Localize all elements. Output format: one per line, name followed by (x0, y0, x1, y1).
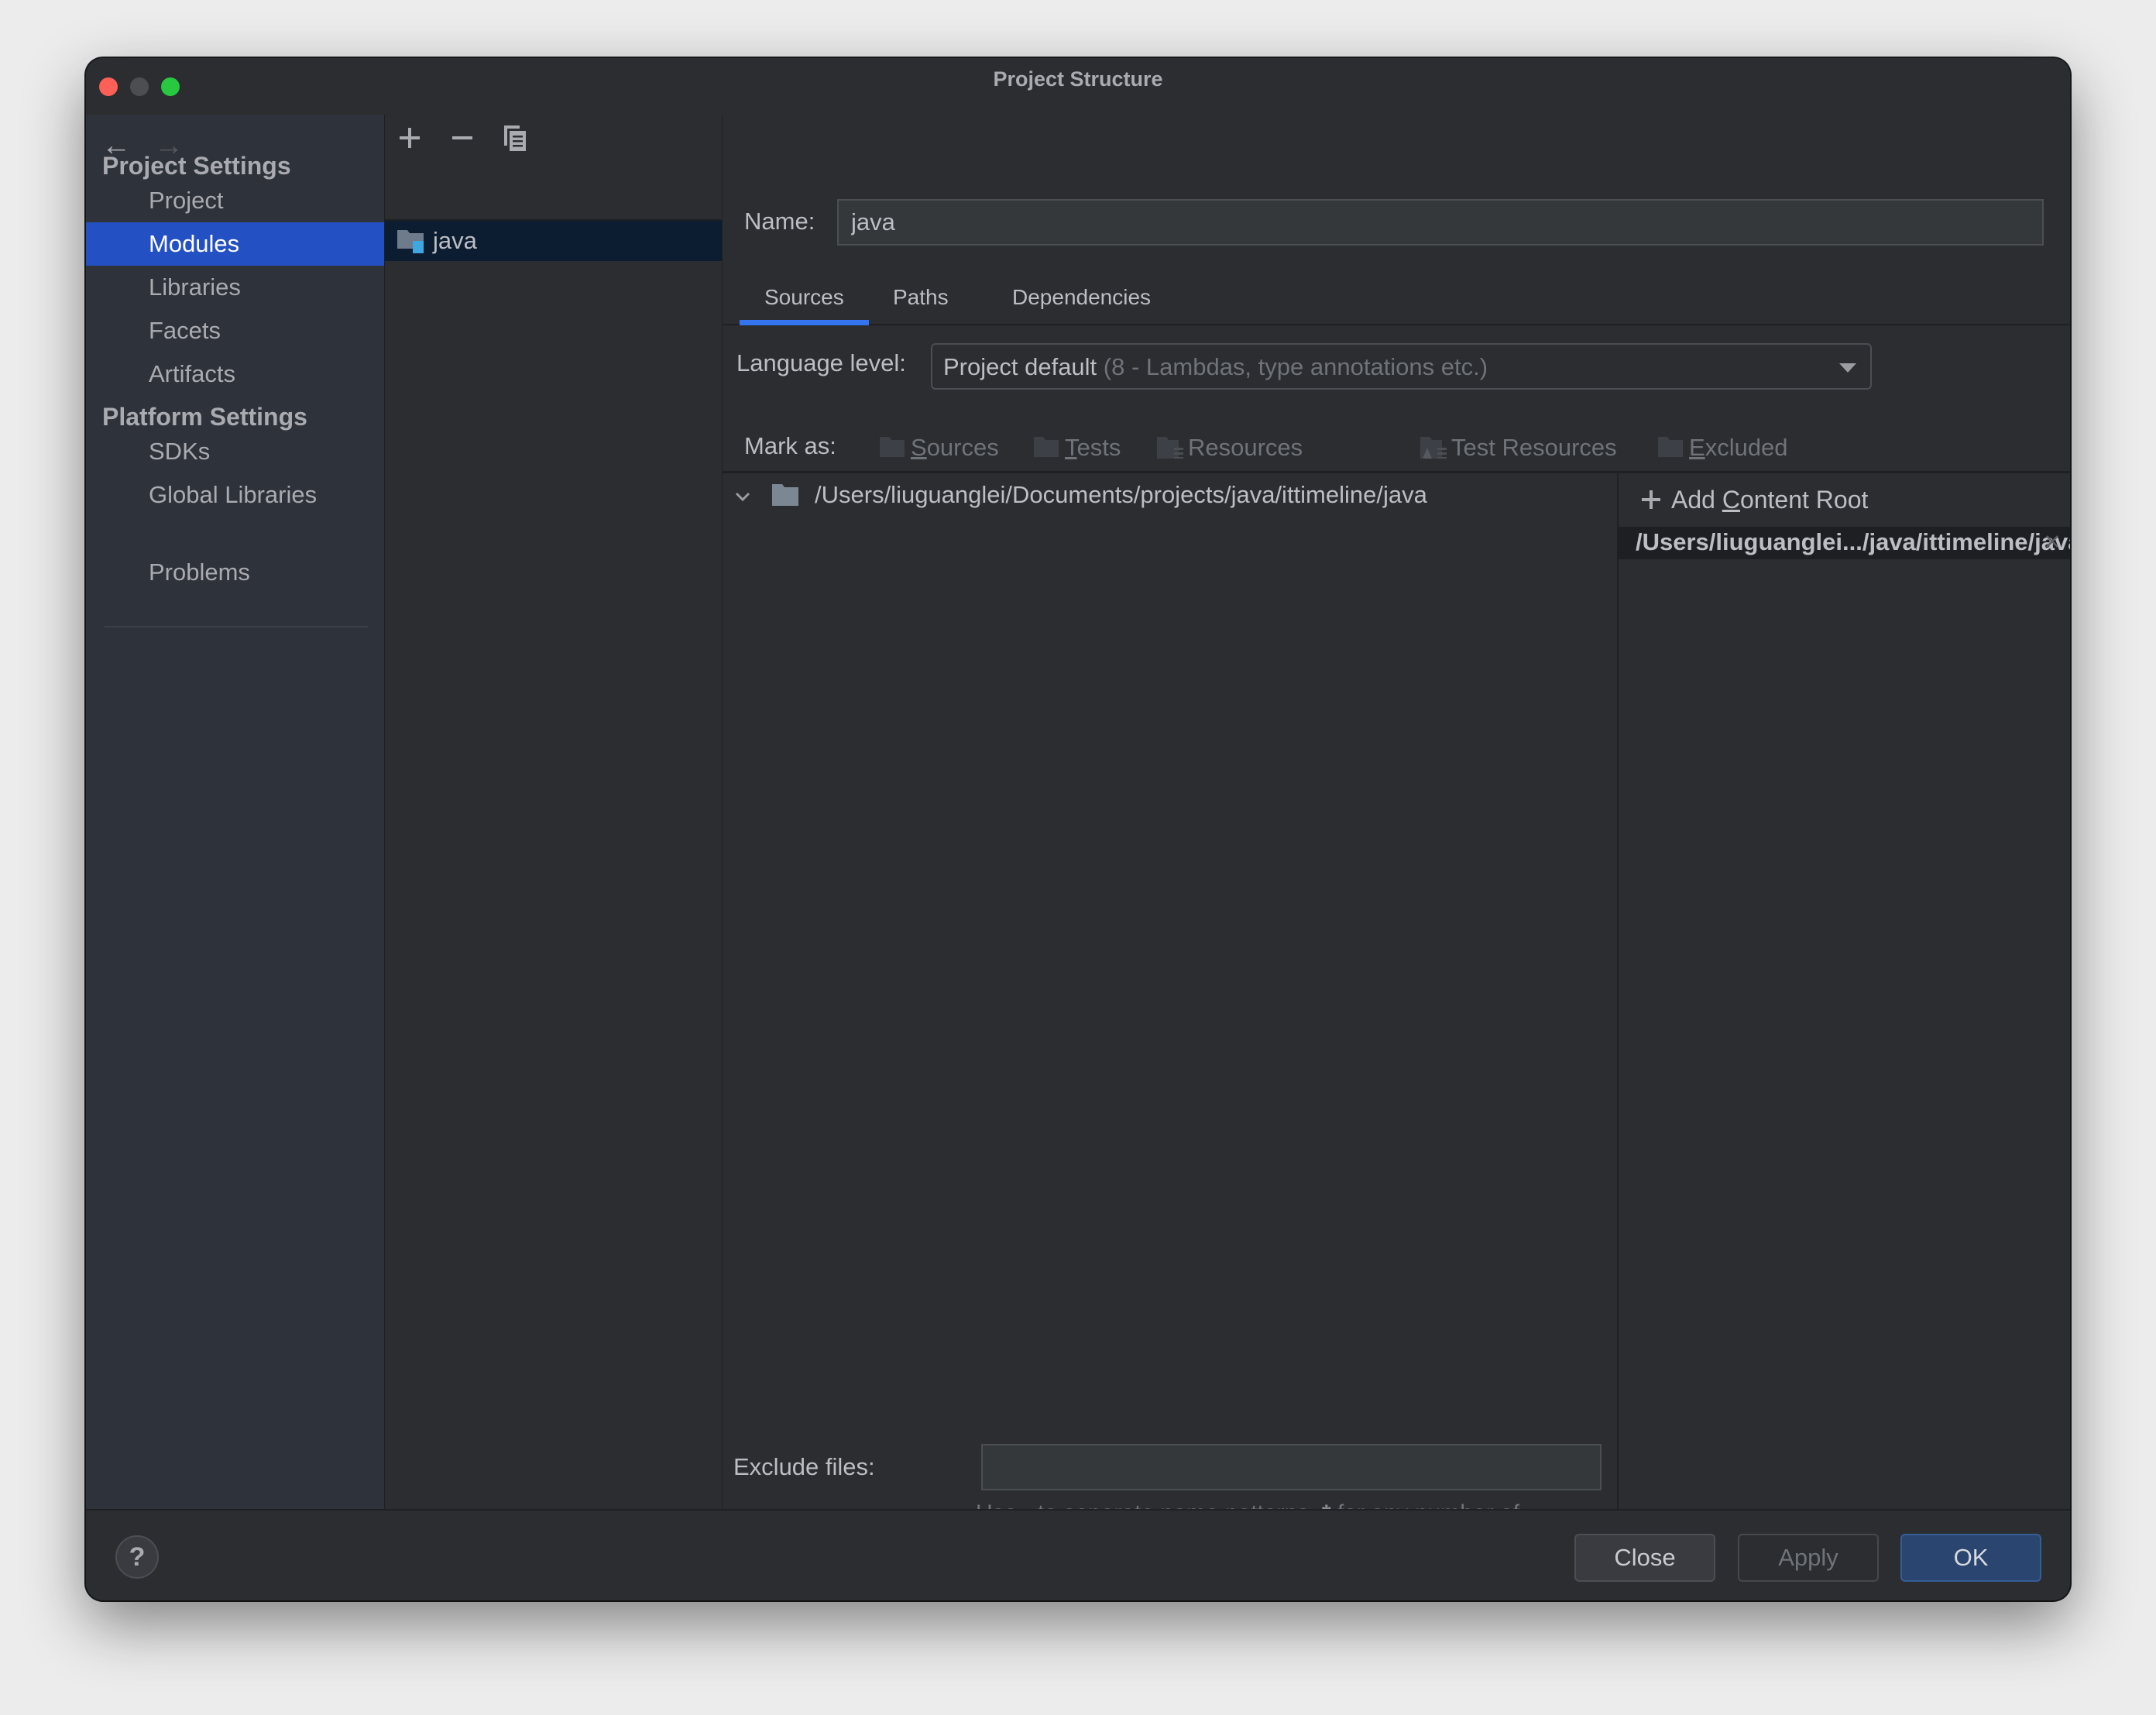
plus-icon (400, 128, 420, 148)
folder-icon (772, 484, 798, 506)
language-level-value: Project default (8 - Lambdas, type annot… (943, 353, 1488, 381)
modules-list-pane: java (384, 115, 723, 1509)
sidebar-item-project[interactable]: Project (86, 179, 384, 222)
add-content-root-button[interactable]: Add Content Root (1640, 486, 1868, 514)
mark-as-excluded-label: xcluded (1705, 434, 1788, 461)
module-folder-icon (397, 230, 424, 253)
plus-icon (1642, 490, 1660, 509)
tests-folder-icon (1034, 437, 1059, 457)
modules-toolbar (385, 115, 722, 163)
exclude-files-label: Exclude files: (733, 1453, 875, 1480)
source-tree: /Users/liuguanglei/Documents/projects/ja… (723, 473, 1617, 1509)
tree-root-row[interactable]: /Users/liuguanglei/Documents/projects/ja… (723, 481, 1617, 518)
mark-as-sources-button[interactable]: Sources (880, 434, 999, 462)
sidebar-item-sdks[interactable]: SDKs (86, 430, 384, 473)
language-level-select[interactable]: Project default (8 - Lambdas, type annot… (931, 343, 1872, 390)
sidebar-item-modules[interactable]: Modules (86, 222, 384, 266)
dialog-footer: ? Close Apply OK (86, 1509, 2070, 1600)
content-root-item[interactable]: /Users/liuguanglei.../java/ittimeline/ja… (1619, 527, 2070, 559)
sidebar-item-problems[interactable]: Problems (86, 551, 384, 594)
resources-folder-icon (1157, 437, 1183, 459)
language-level-selected: Project default (943, 353, 1097, 380)
sidebar: ← → Project Settings Project Modules Lib… (86, 115, 384, 1509)
remove-module-button[interactable] (445, 121, 479, 155)
copy-module-button[interactable] (498, 121, 532, 155)
module-name: java (433, 227, 477, 254)
section-platform-settings: Platform Settings (102, 403, 307, 431)
sidebar-item-libraries[interactable]: Libraries (86, 266, 384, 309)
module-tabs: Sources Paths Dependencies (723, 277, 2070, 325)
chevron-down-icon (1839, 363, 1856, 373)
mark-as-sources-label: ources (926, 434, 999, 461)
minus-icon (452, 136, 472, 139)
chevron-down-icon[interactable] (732, 486, 754, 507)
mnemonic: E (1689, 434, 1705, 461)
ok-button[interactable]: OK (1900, 1534, 2041, 1582)
sidebar-item-global-libraries[interactable]: Global Libraries (86, 473, 384, 517)
tab-sources[interactable]: Sources (740, 285, 869, 325)
copy-icon (504, 125, 526, 151)
add-content-root-label-pre: Add (1671, 486, 1722, 514)
mark-as-excluded-button[interactable]: Excluded (1658, 434, 1788, 462)
mnemonic: C (1722, 486, 1740, 514)
mark-as-test-resources-button[interactable]: Test Resources (1420, 434, 1617, 462)
sidebar-item-facets[interactable]: Facets (86, 309, 384, 352)
name-label: Name: (744, 208, 815, 235)
module-details: Name: Sources Paths Dependencies Languag… (723, 115, 2070, 1557)
exclude-files-input[interactable] (981, 1444, 1602, 1490)
excluded-folder-icon (1658, 437, 1683, 457)
apply-button[interactable]: Apply (1738, 1534, 1879, 1582)
tab-dependencies[interactable]: Dependencies (1012, 285, 1151, 324)
tree-root-path: /Users/liuguanglei/Documents/projects/ja… (815, 481, 1427, 508)
project-structure-window: Project Structure ← → Project Settings P… (86, 58, 2070, 1600)
module-list-item[interactable]: java (385, 219, 722, 261)
title-bar: Project Structure (86, 58, 2070, 115)
sidebar-item-artifacts[interactable]: Artifacts (86, 352, 384, 396)
language-level-detail: (8 - Lambdas, type annotations etc.) (1103, 353, 1488, 380)
mark-as-resources-label: Resources (1188, 434, 1303, 461)
close-icon[interactable] (2041, 530, 2064, 553)
help-button[interactable]: ? (115, 1535, 159, 1579)
add-module-button[interactable] (393, 121, 427, 155)
mark-as-tests-button[interactable]: Tests (1034, 434, 1121, 462)
test-resources-folder-icon (1420, 437, 1447, 459)
mark-as-test-resources-label: Test Resources (1451, 434, 1617, 461)
content-roots-pane: Add Content Root /Users/liuguanglei.../j… (1619, 473, 2070, 1509)
language-level-label: Language level: (736, 349, 906, 376)
content-root-path: /Users/liuguanglei.../java/ittimeline/ja… (1636, 528, 2070, 555)
mnemonic: T (1065, 434, 1077, 461)
mnemonic: S (911, 434, 927, 461)
tab-paths[interactable]: Paths (893, 285, 949, 324)
sources-folder-icon (880, 437, 905, 457)
window-title: Project Structure (993, 67, 1163, 91)
close-button[interactable]: Close (1574, 1534, 1715, 1582)
mark-as-tests-label: ests (1076, 434, 1121, 461)
module-name-input[interactable] (837, 199, 2044, 246)
add-content-root-label-post: ontent Root (1739, 486, 1869, 514)
mark-as-label: Mark as: (744, 432, 836, 459)
sidebar-divider (105, 626, 368, 627)
section-project-settings: Project Settings (102, 152, 291, 180)
mark-as-resources-button[interactable]: Resources (1157, 434, 1303, 462)
